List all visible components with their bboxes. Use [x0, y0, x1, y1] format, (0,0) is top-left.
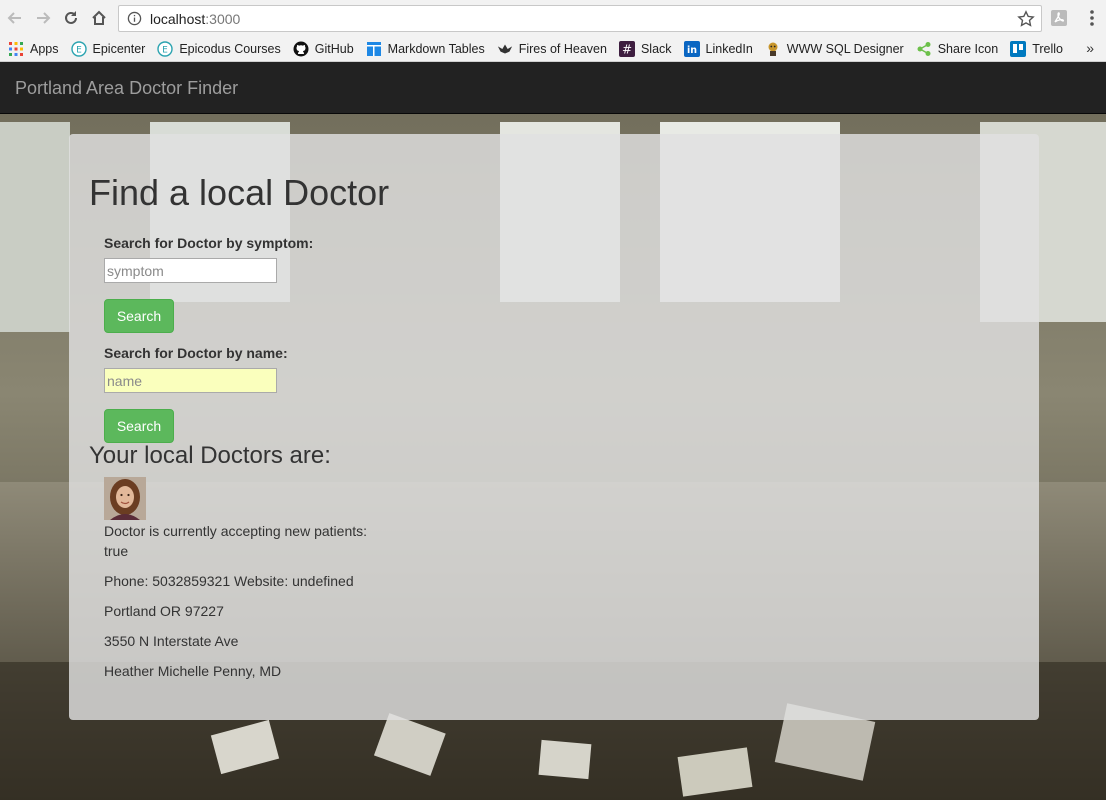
name-input[interactable] — [104, 368, 277, 393]
page-title: Find a local Doctor — [89, 172, 390, 213]
bookmark-fires-of-heaven[interactable]: Fires of Heaven — [497, 41, 607, 57]
github-icon — [293, 41, 309, 57]
epicodus-icon: E — [157, 40, 174, 57]
symptom-search-label: Search for Doctor by symptom: — [104, 235, 314, 251]
svg-text:E: E — [162, 45, 168, 55]
bookmark-github[interactable]: GitHub — [293, 41, 354, 57]
doctor-contact: Phone: 5032859321 Website: undefined — [104, 573, 354, 589]
back-icon[interactable] — [2, 5, 28, 31]
bookmark-label: Markdown Tables — [387, 41, 485, 56]
url-text: localhost:3000 — [150, 10, 241, 27]
bookmark-markdown-tables[interactable]: Markdown Tables — [366, 41, 485, 57]
site-brand[interactable]: Portland Area Doctor Finder — [15, 78, 238, 99]
results-heading: Your local Doctors are: — [89, 442, 331, 469]
bookmark-trello[interactable]: Trello — [1010, 40, 1063, 57]
info-icon[interactable] — [127, 11, 142, 26]
name-search-button[interactable]: Search — [104, 409, 174, 443]
bookmark-linkedin[interactable]: in LinkedIn — [683, 40, 753, 57]
linkedin-icon: in — [683, 40, 700, 57]
sql-designer-icon — [765, 41, 781, 57]
name-search-label: Search for Doctor by name: — [104, 345, 288, 361]
bookmark-www-sql-designer[interactable]: WWW SQL Designer — [765, 41, 904, 57]
symptom-search-button[interactable]: Search — [104, 299, 174, 333]
slack-icon: # — [618, 40, 635, 57]
bookmarks-bar: Apps E Epicenter E Epicodus Courses GitH… — [0, 36, 1106, 62]
bookmarks-overflow-button[interactable]: » — [1086, 40, 1094, 56]
bookmark-label: Fires of Heaven — [518, 41, 607, 56]
bookmark-label: Epicenter — [92, 41, 146, 56]
svg-text:E: E — [76, 45, 82, 55]
bookmark-epicodus-courses[interactable]: E Epicodus Courses — [157, 40, 281, 57]
table-icon — [366, 41, 382, 57]
forward-icon[interactable] — [30, 5, 56, 31]
browser-toolbar: localhost:3000 — [0, 0, 1106, 36]
svg-text:in: in — [687, 45, 697, 56]
apps-grid-icon — [8, 41, 24, 57]
bookmark-epicenter[interactable]: E Epicenter — [70, 40, 146, 57]
address-bar[interactable]: localhost:3000 — [118, 5, 1042, 32]
home-icon[interactable] — [86, 5, 112, 31]
reload-icon[interactable] — [58, 5, 84, 31]
web-page: Portland Area Doctor Finder Find a local… — [0, 62, 1106, 800]
symptom-input[interactable] — [104, 258, 277, 283]
bird-icon — [497, 41, 513, 57]
share-icon — [916, 41, 932, 57]
doctor-avatar — [104, 477, 146, 520]
bookmark-label: Share Icon — [937, 41, 999, 56]
browser-menu-icon[interactable] — [1082, 8, 1102, 28]
bookmark-label: Epicodus Courses — [179, 41, 281, 56]
bookmark-share-icon[interactable]: Share Icon — [916, 41, 998, 57]
bookmark-label: GitHub — [314, 41, 354, 56]
accepting-patients-line: Doctor is currently accepting new patien… — [104, 523, 368, 539]
bookmark-star-icon[interactable] — [1017, 10, 1035, 28]
doctor-city: Portland OR 97227 — [104, 603, 224, 619]
search-panel: Find a local Doctor Search for Doctor by… — [69, 134, 1039, 720]
bookmark-label: Apps — [30, 41, 59, 56]
bookmark-apps[interactable]: Apps — [8, 41, 59, 57]
bookmark-label: LinkedIn — [705, 41, 753, 56]
doctor-street: 3550 N Interstate Ave — [104, 633, 239, 649]
bookmark-label: Slack — [640, 41, 672, 56]
accepting-patients-value: true — [104, 543, 129, 559]
pdf-extension-icon[interactable] — [1049, 8, 1069, 28]
doctor-name: Heather Michelle Penny, MD — [104, 663, 282, 679]
epicodus-icon: E — [70, 40, 87, 57]
bookmark-label: WWW SQL Designer — [786, 41, 904, 56]
top-navbar: Portland Area Doctor Finder — [0, 62, 1106, 114]
trello-icon — [1010, 40, 1027, 57]
svg-text:#: # — [622, 42, 632, 56]
bookmark-label: Trello — [1032, 41, 1063, 56]
bookmark-slack[interactable]: # Slack — [618, 40, 672, 57]
